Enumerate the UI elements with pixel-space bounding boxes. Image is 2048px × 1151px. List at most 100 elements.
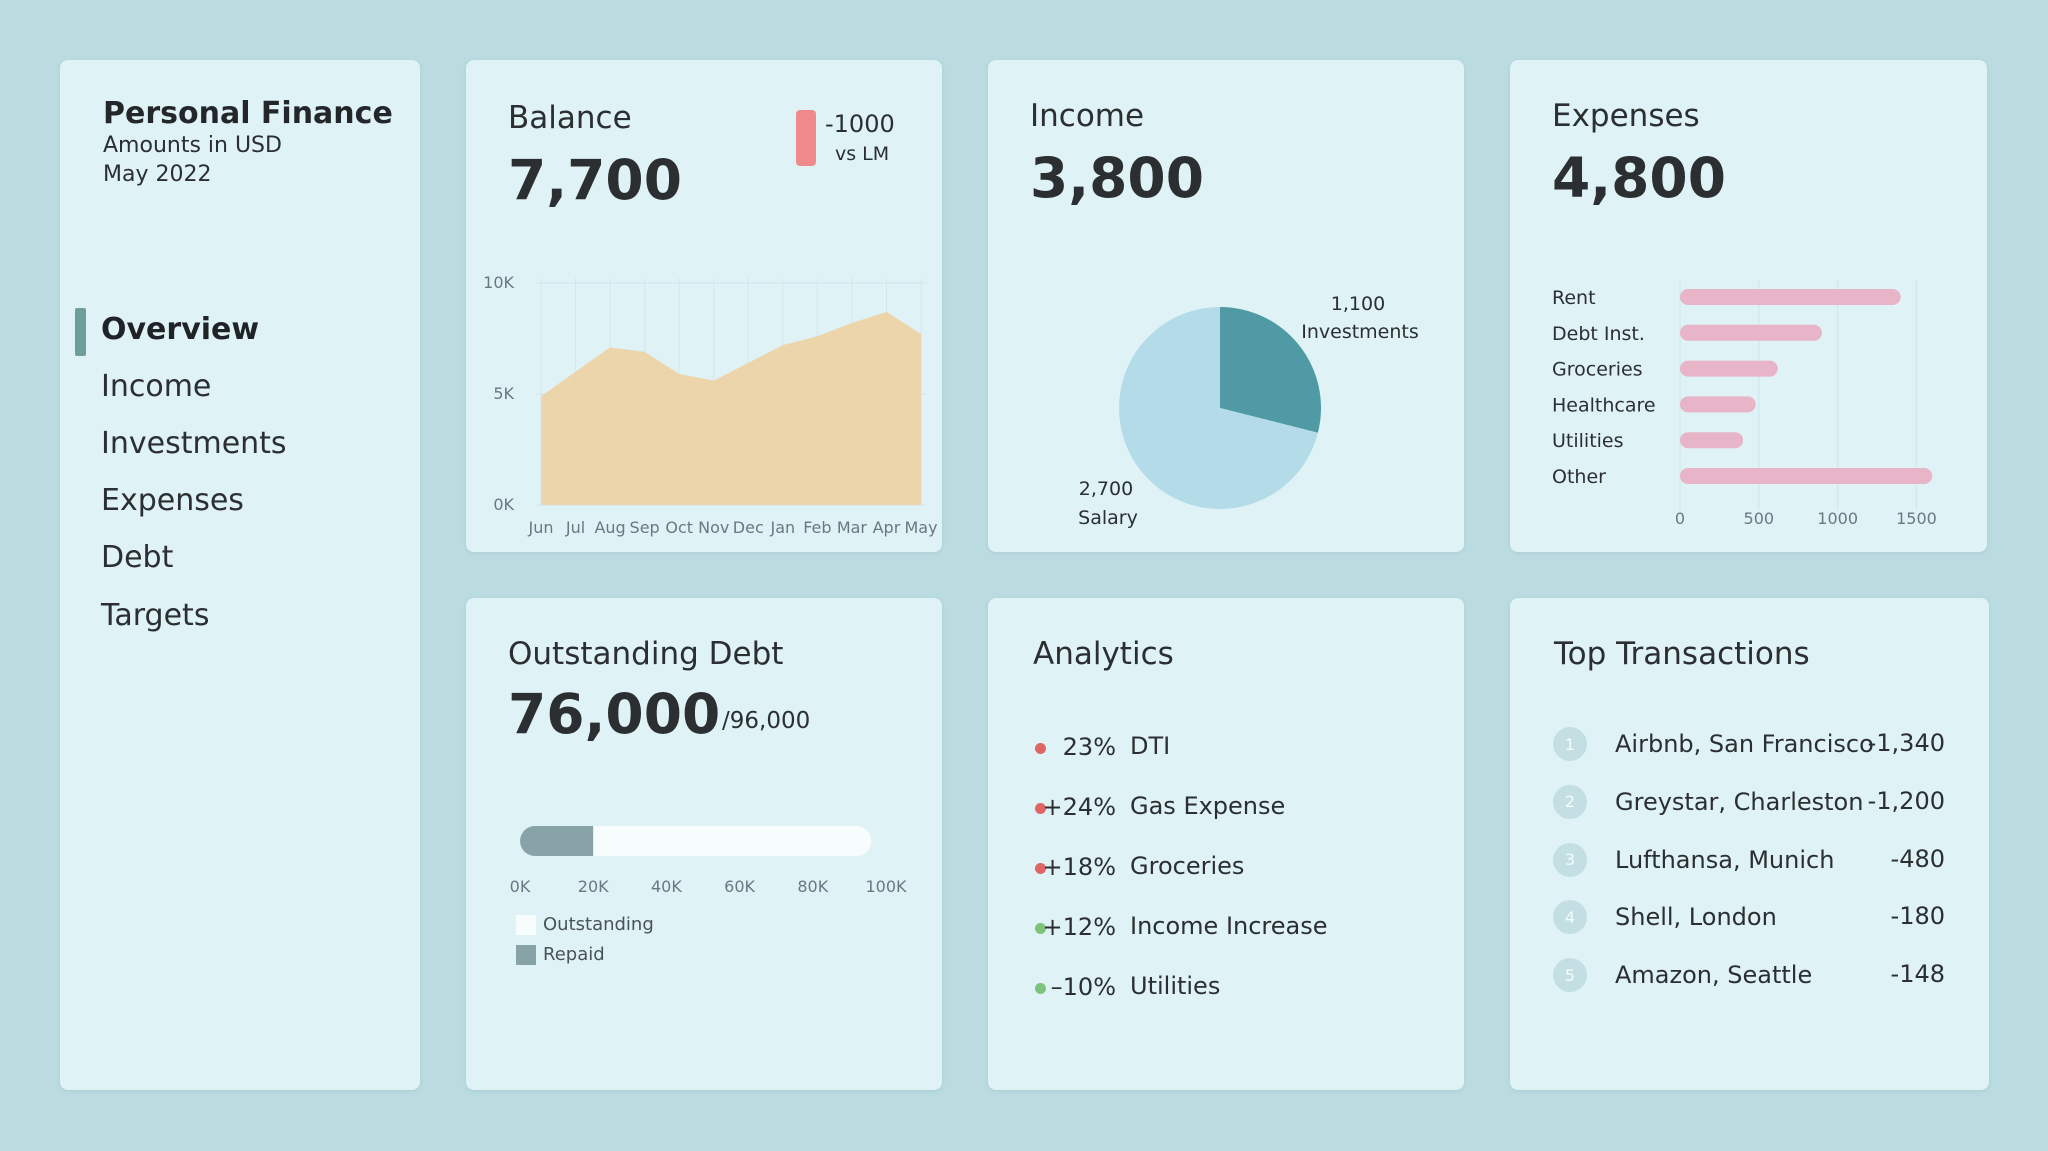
analytics-row: –10% Utilities bbox=[988, 971, 1464, 1005]
x-tick-label: 80K bbox=[797, 877, 828, 896]
income-card: Income 3,800 1,100 Investments 2,700 Salary bbox=[988, 60, 1464, 552]
status-dot-icon bbox=[1035, 743, 1046, 754]
x-tick-label: Apr bbox=[873, 518, 901, 537]
transaction-row[interactable]: 5 Amazon, Seattle -148 bbox=[1510, 958, 1989, 994]
x-tick-label: Mar bbox=[837, 518, 868, 537]
nav-item-investments[interactable]: Investments bbox=[101, 426, 287, 461]
x-tick-label: Jan bbox=[769, 518, 795, 537]
analytics-row: +24% Gas Expense bbox=[988, 791, 1464, 825]
expense-bar bbox=[1680, 289, 1901, 305]
status-dot-icon bbox=[1035, 983, 1046, 994]
category-label: Healthcare bbox=[1552, 394, 1656, 416]
x-tick-label: 500 bbox=[1744, 509, 1775, 528]
expense-bar bbox=[1680, 324, 1822, 341]
debt-progress-chart: 0K 20K 40K 60K 80K 100K bbox=[510, 826, 907, 896]
transaction-merchant: Shell, London bbox=[1615, 903, 1777, 932]
nav-item-income[interactable]: Income bbox=[101, 369, 211, 404]
analytics-label: DTI bbox=[1130, 732, 1171, 760]
debt-card: Outstanding Debt 76,000 /96,000 0K 20K 40K… bbox=[466, 598, 942, 1090]
x-tick-label: Dec bbox=[733, 518, 764, 537]
transaction-row[interactable]: 4 Shell, London -180 bbox=[1510, 900, 1989, 936]
expense-bar bbox=[1680, 432, 1744, 449]
x-tick-label: 60K bbox=[724, 877, 755, 896]
analytics-value: –10% bbox=[1050, 973, 1116, 1001]
transaction-merchant: Airbnb, San Francisco bbox=[1615, 730, 1874, 758]
analytics-value: +12% bbox=[1042, 913, 1116, 941]
x-tick-label: Sep bbox=[630, 518, 660, 537]
legend-repaid-swatch bbox=[516, 945, 536, 965]
income-pie-chart: 1,100 Investments 2,700 Salary bbox=[1078, 293, 1419, 529]
x-tick-label: 0K bbox=[510, 877, 531, 896]
transaction-amount: -1,340 bbox=[1867, 729, 1945, 757]
analytics-row: +12% Income Increase bbox=[988, 911, 1464, 945]
nav-item-expenses[interactable]: Expenses bbox=[101, 483, 244, 518]
rank-badge: 2 bbox=[1553, 784, 1587, 819]
x-tick-label: Feb bbox=[803, 518, 831, 537]
analytics-value: +24% bbox=[1042, 793, 1116, 821]
legend-outstanding-swatch bbox=[516, 915, 536, 935]
balance-area-chart: 0K 5K 10K Jun Jul Aug Sep Oct Nov Dec Jan Feb Mar Apr… bbox=[483, 273, 937, 537]
period-label: May 2022 bbox=[103, 162, 212, 187]
x-tick-label: 1000 bbox=[1817, 509, 1858, 528]
transaction-row[interactable]: 2 Greystar, Charleston -1,200 bbox=[1510, 784, 1989, 821]
expenses-card: Expenses 4,800 0 500 1000 1500 Rent Debt Inst… bbox=[1510, 60, 1987, 552]
x-tick-label: 40K bbox=[651, 877, 682, 896]
analytics-label: Income Increase bbox=[1130, 912, 1328, 940]
salary-value-label: 2,700 bbox=[1079, 478, 1133, 500]
sidebar: Personal Finance Amounts in USD May 2022… bbox=[60, 60, 420, 1090]
nav-item-targets[interactable]: Targets bbox=[101, 598, 209, 633]
repaid-bar bbox=[520, 826, 594, 856]
x-tick-label: Nov bbox=[698, 518, 729, 537]
transaction-amount: -1,200 bbox=[1867, 786, 1945, 815]
analytics-label: Utilities bbox=[1130, 972, 1221, 1000]
analytics-label: Gas Expense bbox=[1130, 792, 1286, 820]
analytics-card: Analytics 23% DTI +24% Gas Expense +18% Groce… bbox=[988, 598, 1464, 1090]
x-tick-label: Oct bbox=[665, 518, 693, 537]
expenses-bar-chart: 0 500 1000 1500 Rent Debt Inst. Groceries Healt… bbox=[1552, 280, 1937, 528]
category-label: Utilities bbox=[1552, 430, 1624, 452]
analytics-label: Groceries bbox=[1130, 852, 1245, 880]
rank-badge: 4 bbox=[1553, 900, 1587, 935]
x-tick-label: 0 bbox=[1675, 509, 1685, 528]
x-tick-label: Jul bbox=[565, 518, 585, 537]
nav-item-overview[interactable]: Overview bbox=[101, 312, 259, 347]
expense-bar bbox=[1680, 468, 1933, 484]
balance-card: Balance 7,700 -1000 vs LM 0K 5K 10K Jun Jul A… bbox=[466, 60, 942, 552]
rank-badge: 5 bbox=[1553, 958, 1587, 993]
top-transactions-card: Top Transactions 1 Airbnb, San Francisco -… bbox=[1510, 598, 1989, 1090]
x-tick-label: 100K bbox=[865, 877, 907, 896]
y-tick-label: 0K bbox=[493, 495, 514, 514]
transaction-row[interactable]: 1 Airbnb, San Francisco -1,340 bbox=[1510, 727, 1989, 763]
transaction-merchant: Lufthansa, Munich bbox=[1615, 845, 1835, 874]
investments-label: Investments bbox=[1301, 321, 1419, 343]
category-label: Groceries bbox=[1552, 359, 1643, 381]
transaction-amount: -148 bbox=[1890, 960, 1945, 989]
analytics-value: +18% bbox=[1042, 853, 1116, 881]
analytics-list: 23% DTI +24% Gas Expense +18% Groceries +12% In… bbox=[988, 598, 1464, 1090]
analytics-row: 23% DTI bbox=[988, 731, 1464, 765]
currency-note: Amounts in USD bbox=[103, 133, 282, 158]
investments-value-label: 1,100 bbox=[1331, 293, 1385, 315]
rank-badge: 3 bbox=[1553, 842, 1587, 877]
app-title: Personal Finance bbox=[103, 96, 393, 131]
x-tick-label: 1500 bbox=[1896, 509, 1937, 528]
transaction-merchant: Greystar, Charleston bbox=[1615, 787, 1864, 816]
rank-badge: 1 bbox=[1553, 727, 1587, 761]
legend-repaid-label: Repaid bbox=[543, 944, 605, 965]
category-label: Other bbox=[1552, 466, 1606, 488]
category-label: Rent bbox=[1552, 287, 1596, 309]
active-nav-indicator bbox=[75, 308, 86, 356]
x-tick-label: Aug bbox=[594, 518, 625, 537]
category-label: Debt Inst. bbox=[1552, 323, 1645, 345]
y-tick-label: 5K bbox=[493, 384, 514, 403]
x-tick-label: Jun bbox=[528, 518, 554, 537]
transaction-row[interactable]: 3 Lufthansa, Munich -480 bbox=[1510, 842, 1989, 879]
balance-area bbox=[541, 311, 921, 505]
y-tick-label: 10K bbox=[483, 273, 514, 292]
nav-item-debt[interactable]: Debt bbox=[101, 540, 173, 575]
analytics-value: 23% bbox=[1062, 733, 1116, 761]
x-tick-label: 20K bbox=[578, 877, 609, 896]
expense-bar bbox=[1680, 396, 1756, 413]
x-tick-label: May bbox=[904, 518, 937, 537]
legend-outstanding-label: Outstanding bbox=[543, 914, 654, 935]
